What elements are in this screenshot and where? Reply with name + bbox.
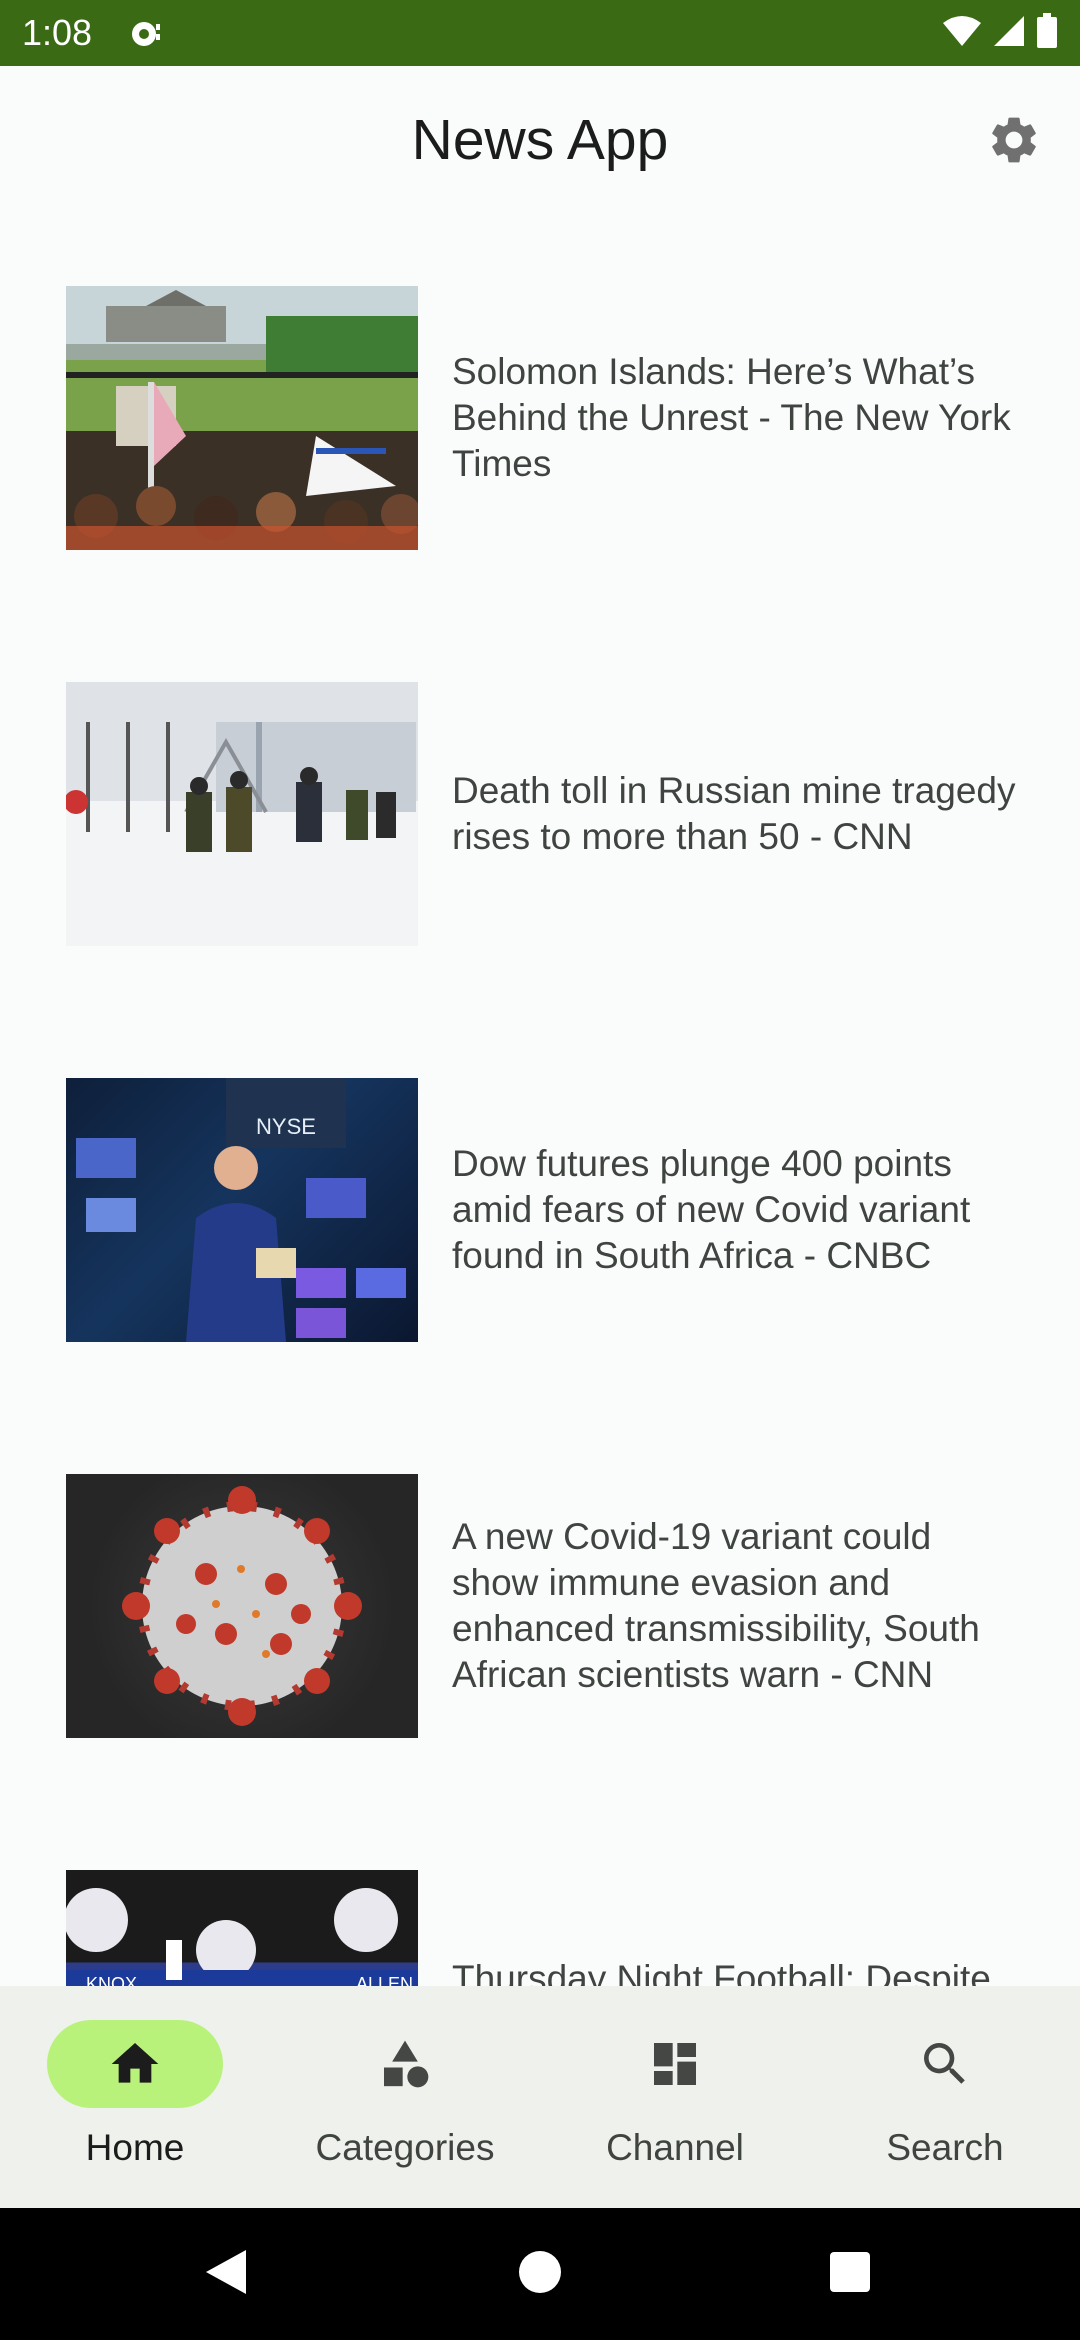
nav-home-label: Home — [85, 2127, 185, 2168]
svg-text:ALLEN: ALLEN — [356, 1974, 413, 1986]
nav-search-label: Search — [886, 2127, 1004, 2168]
circle-home-icon — [518, 2250, 562, 2299]
shapes-icon — [373, 2032, 437, 2096]
system-navigation-bar — [0, 2208, 1080, 2340]
nav-categories-label: Categories — [315, 2127, 495, 2168]
nav-categories[interactable]: Categories — [270, 1986, 540, 2208]
page-title: News App — [411, 108, 669, 172]
article-thumbnail: KNOX ALLEN — [66, 1870, 418, 1986]
square-recents-icon — [828, 2250, 872, 2299]
nav-search[interactable]: Search — [810, 1986, 1080, 2208]
screen: 1:08 News App Solomon Islands: Here’s Wh… — [0, 0, 1080, 2340]
dashboard-icon — [643, 2032, 707, 2096]
bottom-navigation: Home Categories Channel Search — [0, 1986, 1080, 2208]
article-headline: A new Covid-19 variant could show immune… — [452, 1516, 980, 1695]
news-feed[interactable]: Solomon Islands: Here’s What’s Behind th… — [0, 226, 1080, 1986]
article-item[interactable]: Solomon Islands: Here’s What’s Behind th… — [0, 226, 1080, 550]
recents-button[interactable] — [824, 2248, 876, 2300]
article-item[interactable]: A new Covid-19 variant could show immune… — [0, 1414, 1080, 1738]
nav-channel[interactable]: Channel — [540, 1986, 810, 2208]
article-headline: Dow futures plunge 400 points amid fears… — [452, 1143, 971, 1276]
app-bar: News App — [0, 66, 1080, 226]
article-thumbnail — [66, 682, 418, 946]
article-thumbnail: NYSE — [66, 1078, 418, 1342]
nav-channel-label: Channel — [606, 2127, 744, 2168]
article-item[interactable]: Death toll in Russian mine tragedy rises… — [0, 622, 1080, 946]
back-button[interactable] — [200, 2248, 252, 2300]
article-headline: Solomon Islands: Here’s What’s Behind th… — [452, 351, 1011, 484]
svg-text:NYSE: NYSE — [256, 1114, 316, 1139]
settings-button[interactable] — [982, 110, 1046, 174]
article-item[interactable]: KNOX ALLEN Thursday Night Football: Desp… — [0, 1810, 1080, 1986]
search-icon — [913, 2032, 977, 2096]
status-time: 1:08 — [22, 12, 93, 53]
home-icon — [103, 2032, 167, 2096]
article-thumbnail — [66, 1474, 418, 1738]
status-icons — [942, 12, 1058, 54]
cell-signal-icon — [992, 15, 1026, 52]
wifi-icon — [942, 15, 982, 52]
article-thumbnail — [66, 286, 418, 550]
nav-home[interactable]: Home — [0, 1986, 270, 2208]
article-headline: Death toll in Russian mine tragedy rises… — [452, 770, 1016, 857]
status-bar: 1:08 — [0, 0, 1080, 66]
article-headline: Thursday Night Football: Despite two Jos… — [452, 1958, 991, 1986]
svg-text:KNOX: KNOX — [86, 1974, 137, 1986]
back-icon — [204, 2248, 248, 2301]
home-system-button[interactable] — [514, 2248, 566, 2300]
gear-icon — [986, 112, 1042, 173]
article-item[interactable]: NYSE Dow futures plunge 400 points amid … — [0, 1018, 1080, 1342]
battery-icon — [1036, 12, 1058, 54]
notification-icon — [128, 16, 164, 50]
